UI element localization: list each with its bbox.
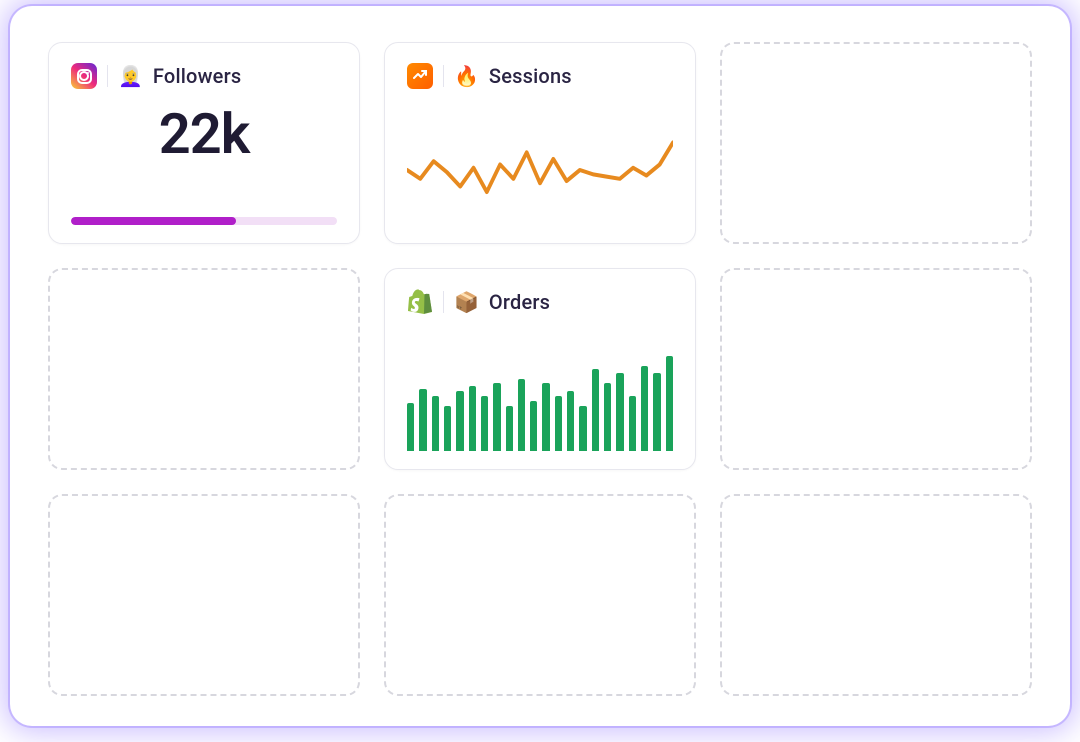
followers-value: 22k <box>71 101 337 167</box>
empty-slot[interactable] <box>720 268 1032 470</box>
card-header: 👩‍🦳 Followers <box>71 63 337 89</box>
followers-title: Followers <box>153 64 241 88</box>
widget-grid: 👩‍🦳 Followers 22k 🔥 Sessions <box>48 42 1032 696</box>
orders-chart <box>407 325 673 451</box>
dashboard-canvas: 👩‍🦳 Followers 22k 🔥 Sessions <box>10 6 1070 726</box>
followers-emoji-icon: 👩‍🦳 <box>118 66 143 86</box>
empty-slot[interactable] <box>48 494 360 696</box>
followers-progress-fill <box>71 217 236 225</box>
divider <box>443 65 444 87</box>
card-header: 🔥 Sessions <box>407 63 673 89</box>
orders-emoji-icon: 📦 <box>454 292 479 312</box>
empty-slot[interactable] <box>48 268 360 470</box>
followers-card[interactable]: 👩‍🦳 Followers 22k <box>48 42 360 244</box>
followers-progress <box>71 217 337 225</box>
empty-slot[interactable] <box>720 42 1032 244</box>
sessions-card[interactable]: 🔥 Sessions <box>384 42 696 244</box>
shopify-icon <box>407 289 433 315</box>
orders-card[interactable]: 📦 Orders <box>384 268 696 470</box>
divider <box>443 291 444 313</box>
sessions-title: Sessions <box>489 64 572 88</box>
sessions-emoji-icon: 🔥 <box>454 66 479 86</box>
empty-slot[interactable] <box>384 494 696 696</box>
divider <box>107 65 108 87</box>
orders-title: Orders <box>489 290 550 314</box>
analytics-icon <box>407 63 433 89</box>
card-header: 📦 Orders <box>407 289 673 315</box>
empty-slot[interactable] <box>720 494 1032 696</box>
sessions-chart <box>407 99 673 225</box>
instagram-icon <box>71 63 97 89</box>
